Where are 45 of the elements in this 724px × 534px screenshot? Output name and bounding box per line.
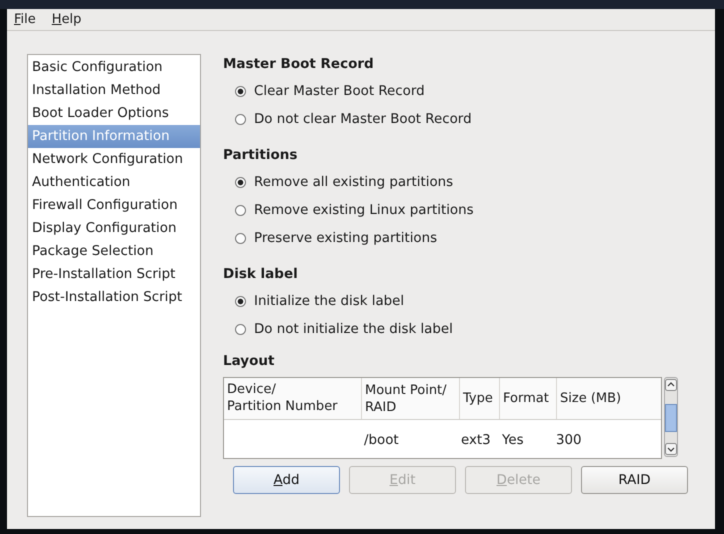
scrollbar[interactable] — [664, 377, 678, 457]
action-button[interactable]: Add — [233, 466, 340, 494]
sidebar-item[interactable]: Package Selection — [28, 240, 200, 263]
radio-label[interactable]: Remove all existing partitions — [254, 174, 454, 190]
menu-item[interactable]: File — [14, 12, 36, 27]
sidebar-item[interactable]: Boot Loader Options — [28, 102, 200, 125]
column-header[interactable]: Format — [500, 378, 557, 419]
scroll-down-icon[interactable] — [665, 443, 677, 455]
table-cell: 300 — [556, 432, 582, 448]
radio-button[interactable] — [235, 232, 246, 244]
radio-label[interactable]: Initialize the disk label — [254, 294, 404, 308]
radio-button[interactable] — [235, 114, 246, 124]
table-cell: /boot — [364, 432, 399, 448]
radio-label[interactable]: Do not clear Master Boot Record — [254, 112, 472, 126]
column-header[interactable]: Size (MB) — [557, 378, 653, 419]
radio-label[interactable]: Clear Master Boot Record — [254, 84, 425, 98]
column-header[interactable]: Device/ Partition Number — [224, 378, 362, 419]
section-title: Master Boot Record — [223, 55, 375, 74]
radio-label[interactable]: Do not initialize the disk label — [254, 322, 453, 336]
action-button[interactable]: RAID — [581, 466, 688, 494]
column-header[interactable]: Type — [460, 378, 500, 419]
sidebar-item[interactable]: Post-Installation Script — [28, 286, 200, 309]
sidebar-item[interactable]: Authentication — [28, 171, 200, 194]
radio-label[interactable]: Preserve existing partitions — [254, 230, 438, 246]
radio-button[interactable] — [235, 204, 246, 216]
sidebar-item[interactable]: Installation Method — [28, 79, 200, 102]
section-title: Layout — [223, 352, 276, 371]
scroll-up-icon[interactable] — [665, 379, 677, 391]
section-title: Partitions — [223, 146, 298, 165]
sidebar-item[interactable]: Basic Configuration — [28, 56, 200, 79]
radio-button[interactable] — [235, 176, 246, 188]
column-header[interactable]: Mount Point/ RAID — [362, 378, 460, 419]
menu-item[interactable]: Help — [52, 12, 82, 27]
radio-button[interactable] — [235, 86, 246, 96]
table-cell: ext3 — [461, 432, 491, 448]
radio-label[interactable]: Remove existing Linux partitions — [254, 202, 474, 218]
sidebar-item[interactable]: Firewall Configuration — [28, 194, 200, 217]
sidebar-item[interactable]: Pre-Installation Script — [28, 263, 200, 286]
scroll-thumb[interactable] — [665, 404, 677, 432]
table-cell: Yes — [502, 432, 524, 448]
sidebar-item[interactable]: Display Configuration — [28, 217, 200, 240]
section-title: Disk label — [223, 265, 299, 284]
radio-button[interactable] — [235, 296, 246, 306]
radio-button[interactable] — [235, 324, 246, 334]
sidebar-item[interactable]: Network Configuration — [28, 148, 200, 171]
